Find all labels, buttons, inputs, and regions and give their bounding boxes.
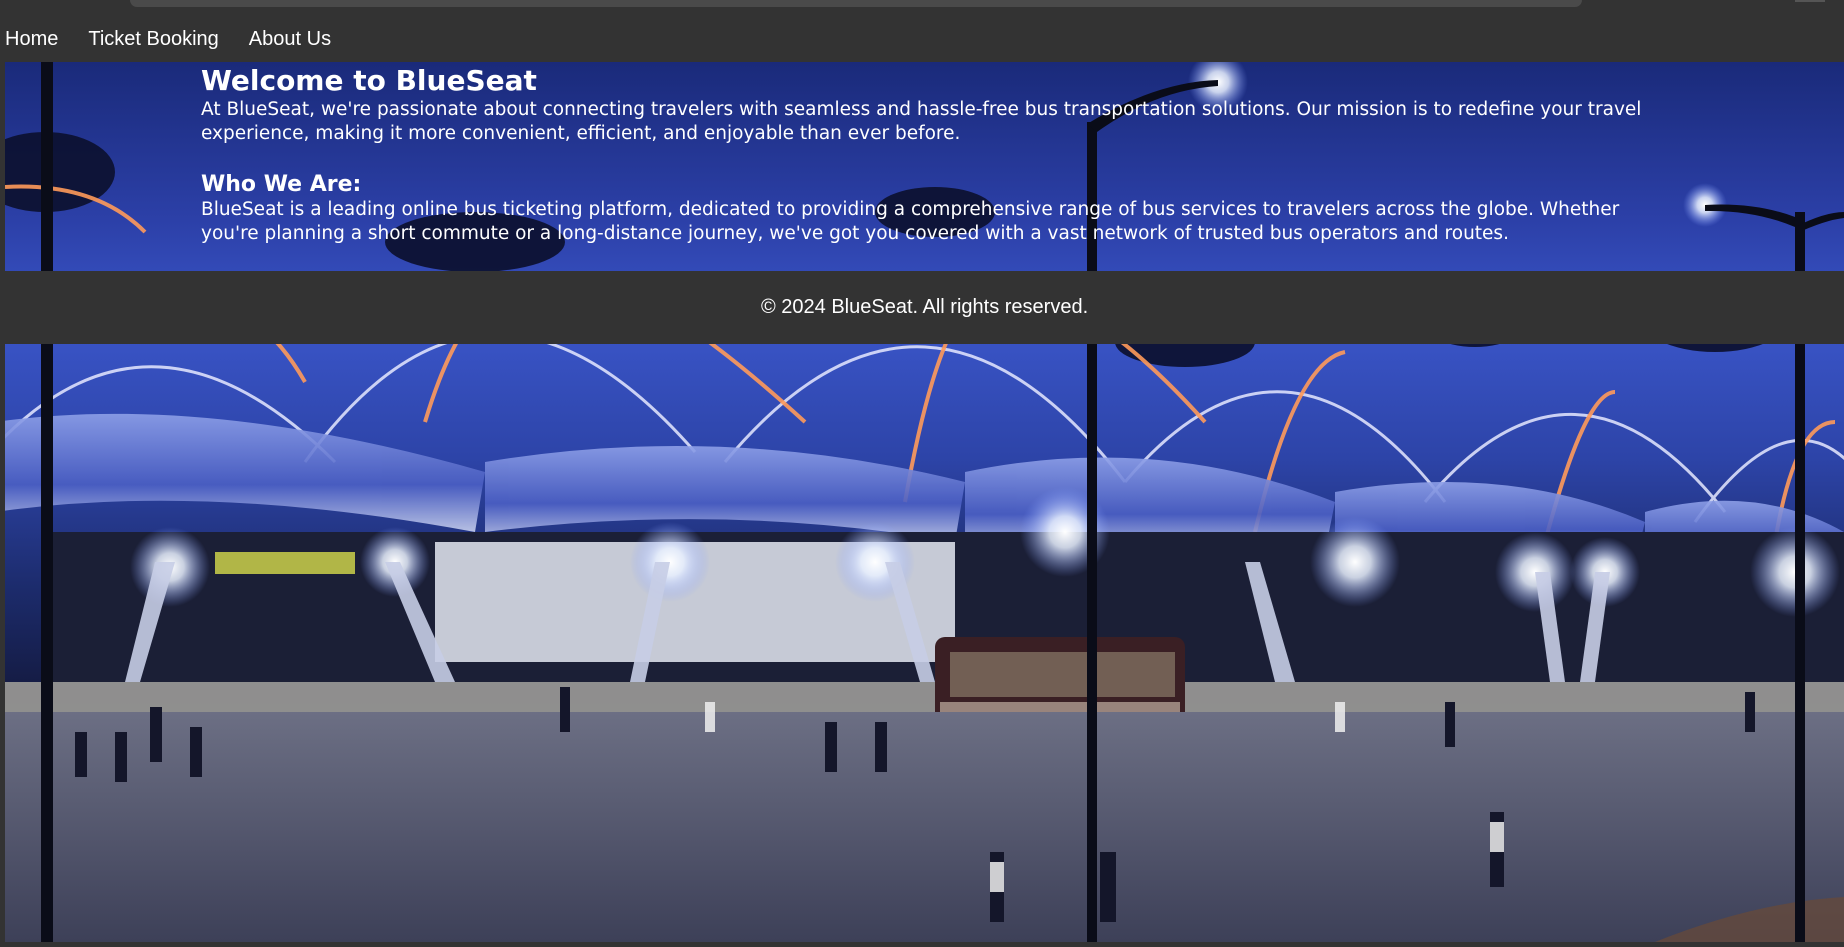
who-we-are-paragraph: BlueSeat is a leading online bus ticketi… — [201, 199, 1620, 244]
intro-paragraph: At BlueSeat, we're passionate about conn… — [201, 99, 1642, 144]
site-footer: © 2024 BlueSeat. All rights reserved. — [5, 271, 1844, 344]
hero-section: Welcome to BlueSeat At BlueSeat, we're p… — [5, 62, 1844, 271]
nav-link-ticket-booking[interactable]: Ticket Booking — [88, 25, 218, 53]
page-bottom-border — [0, 942, 1844, 947]
copyright-text: © 2024 BlueSeat. All rights reserved. — [761, 296, 1089, 318]
page-left-border — [0, 54, 5, 947]
who-we-are-heading: Who We Are: — [201, 172, 362, 197]
browser-edge — [1795, 0, 1825, 2]
main-nav: Home Ticket Booking About Us — [0, 24, 356, 54]
browser-scrollbar-track — [130, 0, 1582, 7]
hero-content: Welcome to BlueSeat At BlueSeat, we're p… — [201, 64, 1661, 246]
page-title: Welcome to BlueSeat — [201, 64, 537, 97]
page: Home Ticket Booking About Us Welcome to … — [0, 0, 1844, 947]
nav-link-about-us[interactable]: About Us — [249, 25, 331, 53]
nav-link-home[interactable]: Home — [5, 25, 58, 53]
